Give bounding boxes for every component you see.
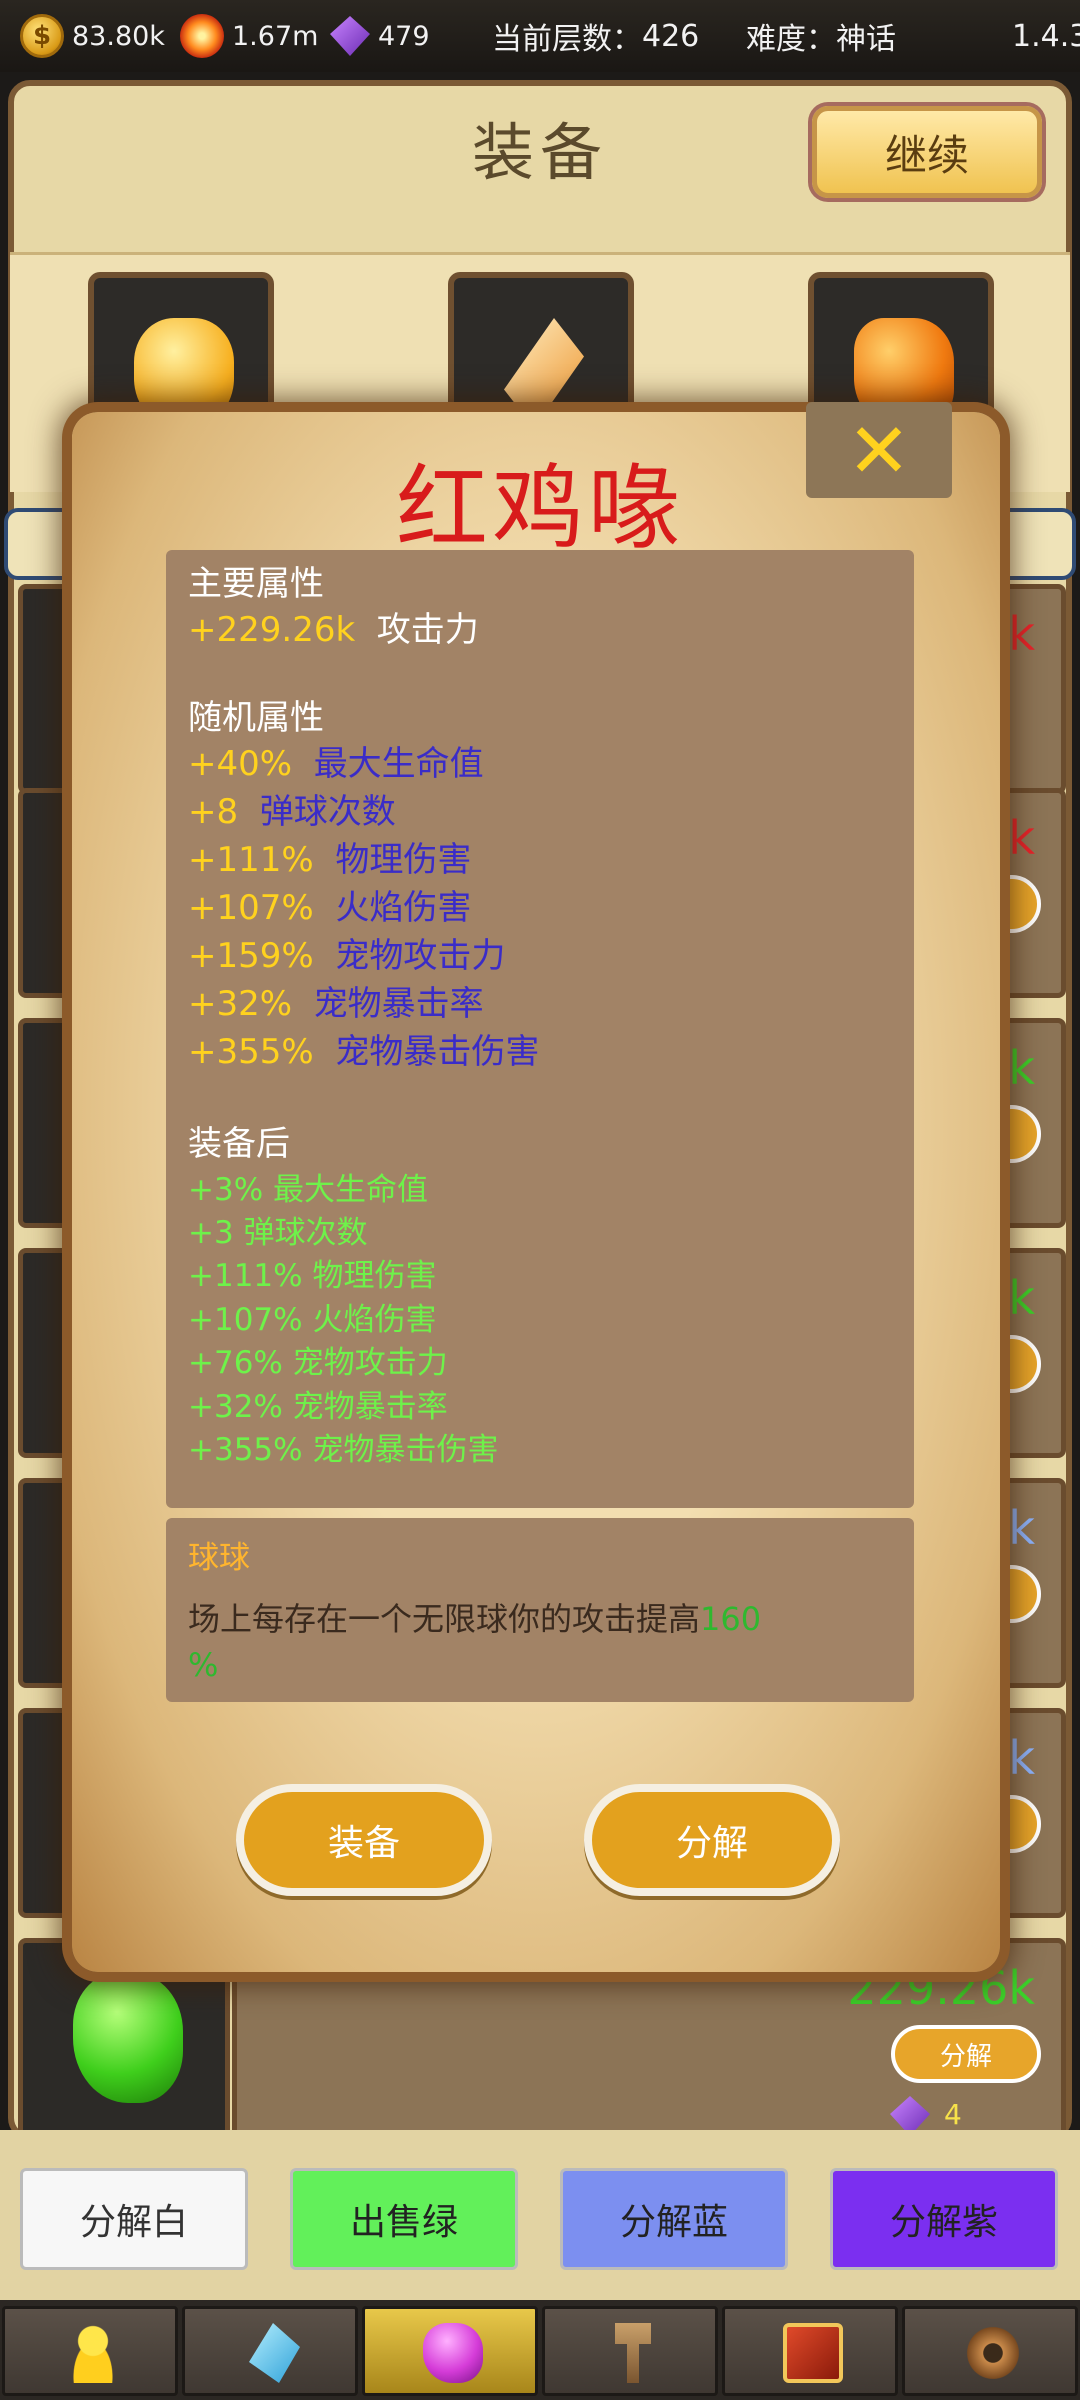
main-attr-line: +229.26k 攻击力	[188, 602, 479, 651]
gold-amount: 83.80k	[72, 20, 165, 52]
attr-value: +355%	[188, 1032, 314, 1072]
floor-indicator: 当前层数： 426	[492, 0, 699, 72]
random-attr-line: +111% 物理伤害	[188, 832, 471, 881]
nav-hero[interactable]	[2, 2306, 178, 2396]
random-attr-line: +355% 宠物暴击伤害	[188, 1024, 539, 1073]
equip-button[interactable]: 装备	[236, 1784, 492, 1896]
difficulty-label: 难度：	[746, 22, 836, 57]
close-button[interactable]: ✕	[806, 402, 952, 498]
attr-value: +107%	[188, 888, 314, 928]
gold-resource: $ 83.80k	[20, 0, 165, 72]
fire-resource: 1.67m	[180, 0, 318, 72]
fire-amount: 1.67m	[232, 20, 319, 52]
after-equip-line: +111% 物理伤害	[188, 1258, 437, 1294]
attr-name: 宠物暴击伤害	[335, 1032, 540, 1072]
attr-value: +111%	[188, 840, 314, 880]
nav-settings[interactable]	[902, 2306, 1078, 2396]
after-equip-line: +107% 火焰伤害	[188, 1302, 437, 1338]
hero-icon	[63, 2323, 123, 2383]
floor-value: 426	[642, 18, 700, 54]
after-equip-line: +32% 宠物暴击率	[188, 1389, 448, 1425]
skill-bonus-unit: %	[188, 1646, 219, 1684]
main-attr-header: 主要属性	[188, 564, 324, 604]
attr-name: 物理伤害	[335, 840, 472, 880]
dismantle-blue-button[interactable]: 分解蓝	[560, 2168, 788, 2270]
rune-icon	[249, 2323, 300, 2383]
dismantle-white-button[interactable]: 分解白	[20, 2168, 248, 2270]
attr-name: 宠物攻击力	[335, 936, 506, 976]
skill-name: 球球	[188, 1540, 250, 1576]
attr-value: +159%	[188, 936, 314, 976]
sell-green-button[interactable]: 出售绿	[290, 2168, 518, 2270]
version-label: 1.4.3	[1012, 18, 1080, 54]
random-attr-line: +8 弹球次数	[188, 784, 396, 833]
random-attr-line: +40% 最大生命值	[188, 736, 484, 785]
dismantle-button[interactable]: 分解	[584, 1784, 840, 1896]
after-equip-line: +3 弹球次数	[188, 1215, 368, 1251]
main-attr-value: +229.26k	[188, 610, 356, 650]
random-attr-line: +107% 火焰伤害	[188, 880, 471, 929]
skill-bonus-value: 160	[700, 1600, 762, 1638]
nav-book[interactable]	[722, 2306, 898, 2396]
difficulty-value: 神话	[836, 22, 896, 57]
skill-description-text: 场上每存在一个无限球你的攻击提高	[188, 1600, 701, 1638]
gem-resource: 479	[330, 0, 430, 72]
after-equip-header: 装备后	[188, 1124, 290, 1164]
close-icon: ✕	[847, 405, 911, 495]
resource-bar: $ 83.80k 1.67m 479 当前层数： 426 难度： 神话 1.4.…	[0, 0, 1080, 72]
main-attr-name: 攻击力	[376, 610, 479, 650]
attr-name: 宠物暴击率	[313, 984, 484, 1024]
green-beak-item-icon	[73, 1973, 183, 2103]
attr-value: +32%	[188, 984, 293, 1024]
skill-description: 场上每存在一个无限球你的攻击提高160 %	[188, 1596, 838, 1688]
after-equip-line: +355% 宠物暴击伤害	[188, 1432, 499, 1468]
forge-icon	[615, 2323, 651, 2383]
settings-gear-icon	[963, 2323, 1023, 2383]
attr-name: 弹球次数	[259, 792, 396, 832]
attr-value: +8	[188, 792, 239, 832]
random-attr-header: 随机属性	[188, 698, 324, 738]
book-icon	[783, 2323, 843, 2383]
row-gem-count: 4	[944, 2098, 962, 2131]
attr-name: 最大生命值	[313, 744, 484, 784]
fire-orb-icon	[180, 14, 224, 58]
attr-name: 火焰伤害	[335, 888, 472, 928]
purple-gem-icon	[330, 16, 370, 56]
gold-coin-icon: $	[20, 14, 64, 58]
nav-equipment[interactable]	[362, 2306, 538, 2396]
equipment-icon	[423, 2323, 483, 2383]
nav-rune[interactable]	[182, 2306, 358, 2396]
after-equip-line: +76% 宠物攻击力	[188, 1345, 448, 1381]
gem-amount: 479	[378, 20, 430, 52]
attr-value: +40%	[188, 744, 293, 784]
dismantle-purple-button[interactable]: 分解紫	[830, 2168, 1058, 2270]
nav-forge[interactable]	[542, 2306, 718, 2396]
random-attr-line: +32% 宠物暴击率	[188, 976, 484, 1025]
row-dismantle-button[interactable]: 分解	[891, 2025, 1041, 2083]
difficulty-indicator: 难度： 神话	[746, 0, 896, 72]
floor-label: 当前层数：	[492, 22, 642, 57]
random-attr-line: +159% 宠物攻击力	[188, 928, 505, 977]
after-equip-line: +3% 最大生命值	[188, 1172, 429, 1208]
continue-button[interactable]: 继续	[812, 106, 1042, 198]
